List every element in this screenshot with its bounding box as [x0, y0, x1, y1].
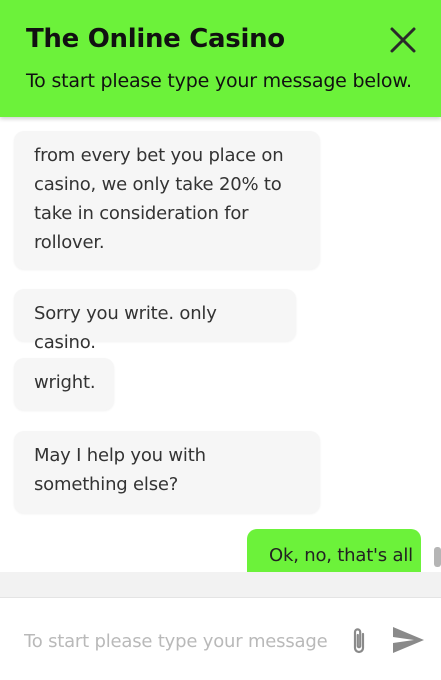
message-composer	[0, 597, 441, 680]
agent-message: Sorry you write. only casino.	[14, 289, 296, 353]
scrollbar-thumb[interactable]	[434, 547, 441, 567]
chat-title: The Online Casino	[26, 24, 285, 54]
close-icon	[390, 27, 416, 53]
attach-button[interactable]	[348, 625, 370, 657]
agent-message: from every bet you place on casino, we o…	[14, 131, 320, 269]
message-input[interactable]	[24, 626, 330, 656]
send-button[interactable]	[390, 624, 426, 656]
user-message: Ok, no, that's all	[247, 529, 421, 572]
close-button[interactable]	[389, 26, 417, 54]
message-list[interactable]: from every bet you place on casino, we o…	[0, 117, 441, 572]
agent-message: May I help you with something else?	[14, 431, 320, 513]
agent-message: wright.	[14, 358, 114, 410]
chat-subtitle: To start please type your message below.	[26, 70, 412, 92]
send-icon	[393, 627, 424, 653]
chat-header: The Online Casino To start please type y…	[0, 0, 441, 117]
paperclip-icon	[353, 628, 365, 654]
